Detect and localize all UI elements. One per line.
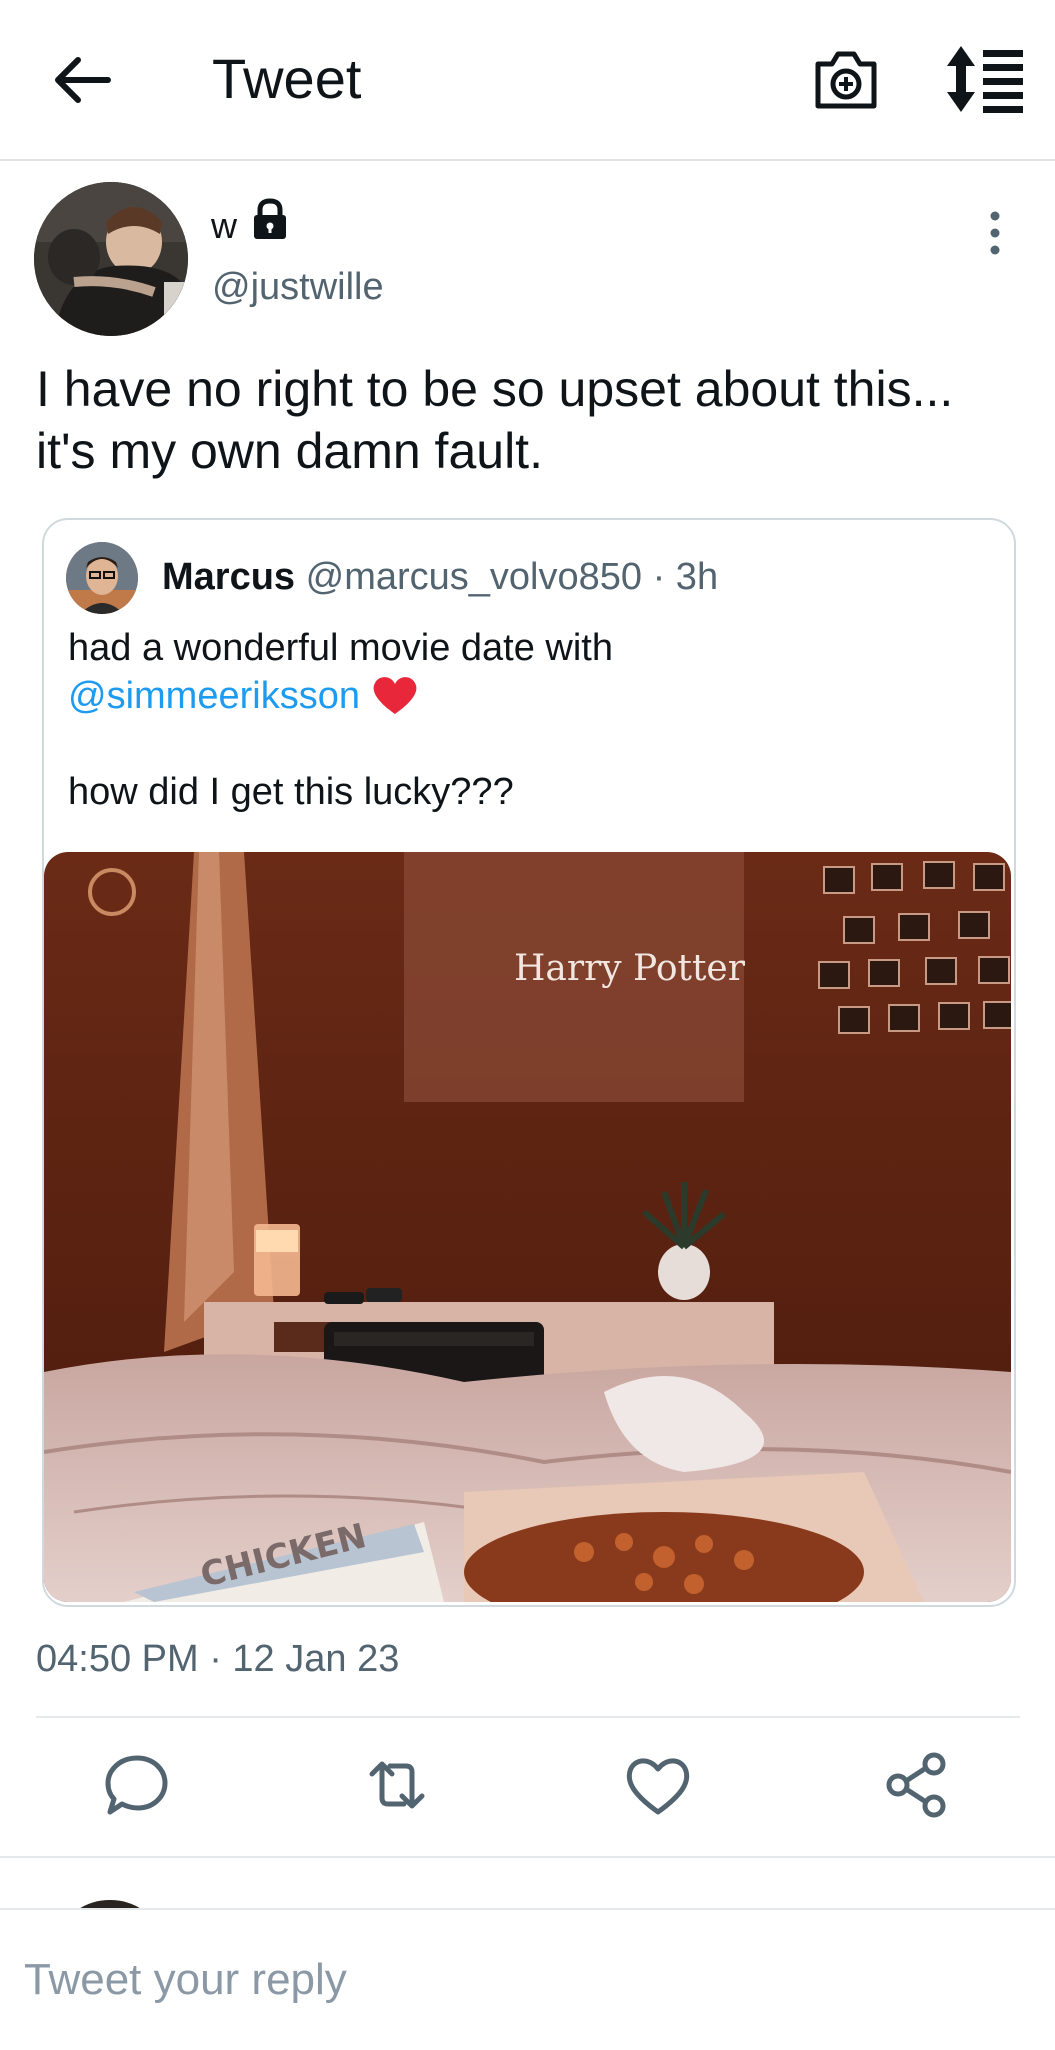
quoted-text-line-mention: @simmeeriksson — [68, 672, 968, 720]
tweet-photo[interactable]: Harry Potter CHICKEN — [44, 852, 1011, 1602]
quoted-author-handle[interactable]: @marcus_volvo850 — [306, 556, 642, 598]
quoted-text-line: how did I get this lucky??? — [68, 771, 514, 813]
quoted-tweet-text: had a wonderful movie date with @simmeer… — [68, 624, 968, 816]
author-avatar-image — [34, 182, 188, 336]
author-handle[interactable]: @justwille — [212, 266, 384, 309]
like-icon[interactable] — [623, 1750, 693, 1820]
mention-link[interactable]: @simmeeriksson — [68, 675, 360, 717]
photo-screen-title: Harry Potter — [514, 948, 746, 989]
divider — [36, 1716, 1020, 1718]
more-options-icon[interactable] — [980, 208, 1010, 258]
lock-icon — [254, 198, 286, 239]
movie-night-photo: Harry Potter CHICKEN — [44, 852, 1011, 1602]
tweet-text: I have no right to be so upset about thi… — [36, 361, 954, 479]
page-title: Tweet — [212, 47, 362, 110]
sort-list-icon[interactable] — [945, 44, 1025, 114]
divider — [0, 1856, 1055, 1858]
quoted-header: Marcus @marcus_volvo850 · 3h — [162, 556, 718, 599]
tweet-timestamp: 04:50 PM · 12 Jan 23 — [36, 1638, 400, 1680]
back-arrow-icon[interactable] — [50, 48, 114, 112]
author-name[interactable]: w — [211, 205, 237, 247]
quoted-avatar-image — [66, 542, 138, 614]
reply-icon[interactable] — [102, 1750, 172, 1820]
retweet-icon[interactable] — [362, 1750, 432, 1820]
author-avatar[interactable] — [34, 182, 188, 336]
quoted-author-name[interactable]: Marcus — [162, 556, 295, 598]
quoted-time: · 3h — [652, 556, 719, 598]
camera-plus-icon[interactable] — [810, 44, 882, 116]
quoted-author-avatar[interactable] — [66, 542, 138, 614]
quoted-text-line: had a wonderful movie date with — [68, 627, 613, 669]
top-app-bar — [0, 0, 1055, 161]
share-icon[interactable] — [882, 1750, 952, 1820]
red-heart-emoji-icon — [373, 677, 416, 714]
reply-input[interactable] — [24, 1952, 1014, 2008]
